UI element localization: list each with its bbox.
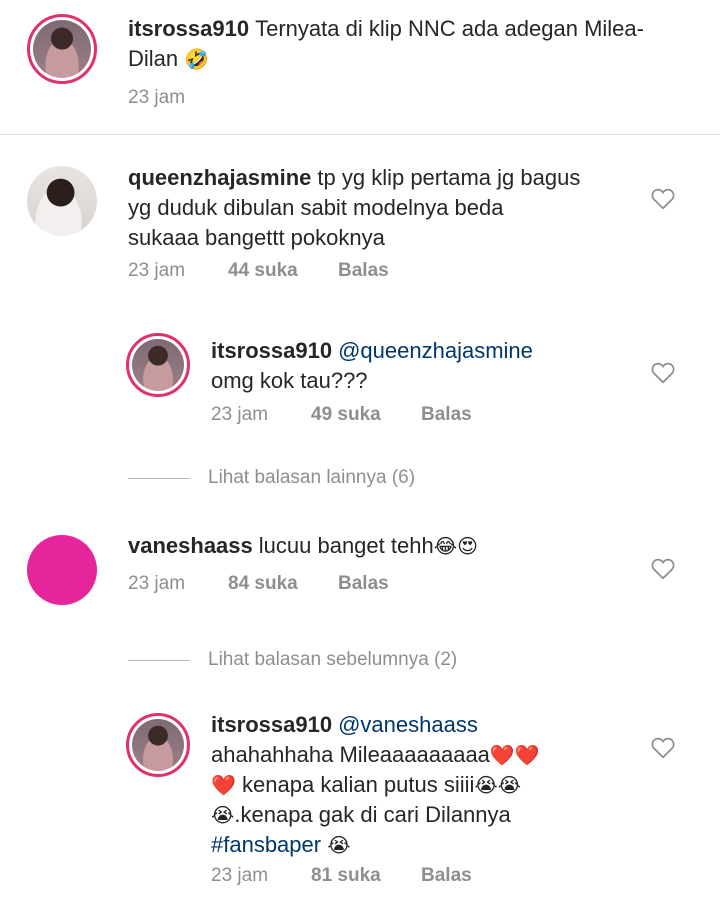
likes-count[interactable]: 84 suka [228, 573, 338, 595]
reply-button[interactable]: Balas [421, 404, 472, 426]
avatar[interactable] [126, 333, 190, 397]
likes-count[interactable]: 81 suka [311, 865, 421, 887]
heart-outline-icon[interactable] [650, 360, 676, 384]
timestamp: 23 jam [211, 404, 269, 425]
timestamp: 23 jam [128, 87, 186, 108]
comment-text: itsrossa910 @queenzhajasmine omg kok tau?… [211, 338, 533, 393]
comment-meta: 23 jam 49 suka Balas [211, 404, 472, 426]
thread-line [128, 477, 190, 479]
caption-meta: 23 jam [128, 87, 185, 109]
emoji: 😭😭 [474, 773, 522, 797]
reply-button[interactable]: Balas [338, 260, 389, 282]
mention-link[interactable]: @queenzhajasmine [338, 338, 533, 363]
reply-button[interactable]: Balas [421, 865, 472, 887]
thread-line [128, 659, 190, 661]
timestamp: 23 jam [128, 260, 186, 281]
reply-button[interactable]: Balas [338, 573, 389, 595]
timestamp: 23 jam [128, 573, 186, 594]
emoji: 😭 [211, 803, 235, 827]
caption-text: itsrossa910 Ternyata di klip NNC ada adeg… [128, 16, 644, 71]
timestamp: 23 jam [211, 865, 269, 886]
view-previous-replies[interactable]: Lihat balasan sebelumnya (2) [128, 649, 457, 671]
likes-count[interactable]: 44 suka [228, 260, 338, 282]
username[interactable]: itsrossa910 [211, 338, 332, 363]
emoji: 🤣 [184, 47, 210, 71]
username[interactable]: queenzhajasmine [128, 165, 311, 190]
comment-meta: 23 jam 81 suka Balas [211, 865, 472, 887]
divider [0, 134, 720, 135]
comment-meta: 23 jam 84 suka Balas [128, 573, 389, 595]
heart-outline-icon[interactable] [650, 735, 676, 759]
comment-text: vaneshaass lucuu banget tehh😂😍 [128, 533, 478, 558]
comment-text: queenzhajasmine tp yg klip pertama jg bag… [128, 165, 581, 250]
avatar[interactable] [27, 166, 97, 236]
view-more-replies[interactable]: Lihat balasan lainnya (6) [128, 467, 415, 489]
avatar[interactable] [27, 535, 97, 605]
username[interactable]: itsrossa910 [211, 712, 332, 737]
emoji: 😂😍 [433, 534, 478, 558]
emoji: ❤️❤️ [489, 743, 540, 767]
username[interactable]: vaneshaass [128, 533, 253, 558]
heart-outline-icon[interactable] [650, 556, 676, 580]
emoji: ❤️ [211, 773, 236, 797]
username[interactable]: itsrossa910 [128, 16, 249, 41]
heart-outline-icon[interactable] [650, 186, 676, 210]
comment-text: itsrossa910 @vaneshaass ahahahhaha Mileaa… [211, 712, 540, 857]
emoji: 😭 [327, 833, 351, 857]
avatar[interactable] [27, 14, 97, 84]
mention-link[interactable]: @vaneshaass [338, 712, 478, 737]
hashtag-link[interactable]: #fansbaper [211, 832, 321, 857]
likes-count[interactable]: 49 suka [311, 404, 421, 426]
comment-meta: 23 jam 44 suka Balas [128, 260, 389, 282]
avatar[interactable] [126, 713, 190, 777]
